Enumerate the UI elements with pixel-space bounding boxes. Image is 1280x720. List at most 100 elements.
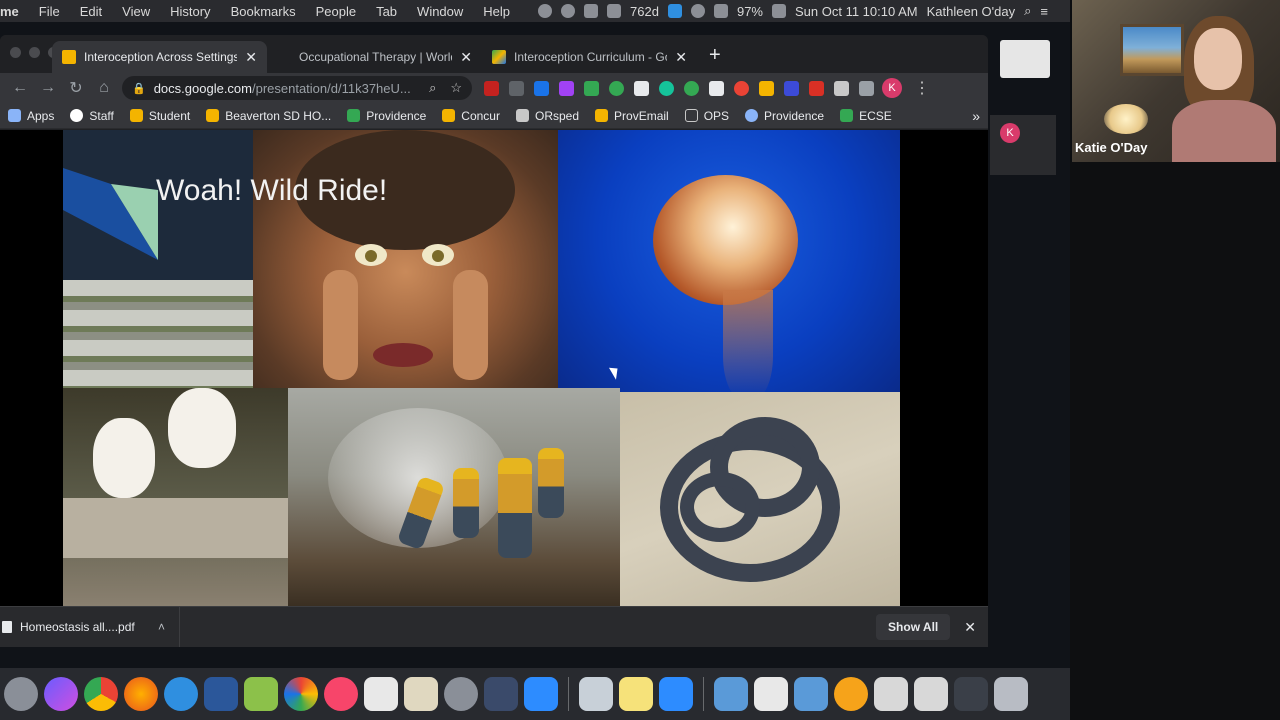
menu-app[interactable]: me bbox=[0, 4, 29, 19]
window-icon[interactable] bbox=[954, 677, 988, 711]
tab-interoception-across-settings[interactable]: Interoception Across Settings ✕ bbox=[52, 41, 267, 73]
bookmark-ops[interactable]: OPS bbox=[684, 109, 729, 123]
user-name[interactable]: Kathleen O'day bbox=[927, 4, 1016, 19]
grid-app-icon[interactable] bbox=[364, 677, 398, 711]
close-tab-icon[interactable]: ✕ bbox=[245, 49, 257, 66]
grammarly-extension-icon[interactable] bbox=[659, 80, 674, 96]
system-preferences-icon[interactable] bbox=[444, 677, 478, 711]
menu-history[interactable]: History bbox=[160, 4, 220, 19]
battery-icon[interactable] bbox=[772, 4, 786, 18]
wifi-icon[interactable] bbox=[690, 4, 705, 18]
background-browser-window[interactable]: K bbox=[990, 115, 1056, 175]
screenshot-icon[interactable] bbox=[914, 677, 948, 711]
chrome-icon[interactable] bbox=[84, 677, 118, 711]
volume-icon[interactable] bbox=[713, 4, 728, 18]
forward-icon[interactable]: → bbox=[34, 79, 62, 97]
airplay-icon[interactable] bbox=[667, 4, 682, 18]
play-extension-icon[interactable] bbox=[709, 80, 724, 96]
back-icon[interactable]: ← bbox=[6, 79, 34, 97]
heart-extension-icon[interactable] bbox=[759, 80, 774, 96]
music-icon[interactable] bbox=[324, 677, 358, 711]
phone-icon[interactable] bbox=[484, 677, 518, 711]
bookmark-providence[interactable]: Providence bbox=[347, 109, 426, 123]
kami-extension-icon[interactable] bbox=[784, 80, 799, 96]
lastpass-extension-icon[interactable] bbox=[734, 80, 749, 96]
document-icon[interactable] bbox=[754, 677, 788, 711]
tab-occupational-therapy[interactable]: Occupational Therapy | World ✕ bbox=[267, 41, 482, 73]
script-editor-icon[interactable] bbox=[404, 677, 438, 711]
show-all-button[interactable]: Show All bbox=[876, 614, 951, 640]
slide[interactable]: Woah! Wild Ride! bbox=[63, 130, 900, 606]
word-icon[interactable] bbox=[204, 677, 238, 711]
menu-window[interactable]: Window bbox=[407, 4, 473, 19]
bookmark-provemail[interactable]: ProvEmail bbox=[595, 109, 669, 123]
home-icon[interactable]: ⌂ bbox=[90, 79, 118, 97]
refresh-extension-icon[interactable] bbox=[684, 80, 699, 96]
folder-icon[interactable] bbox=[794, 677, 828, 711]
menu-file[interactable]: File bbox=[29, 4, 70, 19]
menu-bookmarks[interactable]: Bookmarks bbox=[221, 4, 306, 19]
minimize-window-icon[interactable] bbox=[29, 47, 40, 58]
close-tab-icon[interactable]: ✕ bbox=[675, 49, 687, 66]
address-bar[interactable]: 🔒 docs.google.com /presentation/d/11k37h… bbox=[122, 76, 472, 100]
trash-icon[interactable] bbox=[994, 677, 1028, 711]
bookmark-orsped[interactable]: ORsped bbox=[515, 109, 579, 123]
bookmark-student[interactable]: Student bbox=[129, 109, 190, 123]
ublock-extension-icon[interactable] bbox=[484, 80, 499, 96]
bookmark-beaverton[interactable]: Beaverton SD HO... bbox=[206, 109, 331, 123]
close-window-icon[interactable] bbox=[10, 47, 21, 58]
firefox-icon[interactable] bbox=[124, 677, 158, 711]
download-item[interactable]: Homeostasis all....pdf ˄ bbox=[0, 606, 180, 647]
screenshot-icon[interactable] bbox=[874, 677, 908, 711]
screencast-extension-icon[interactable] bbox=[559, 80, 574, 96]
menu-people[interactable]: People bbox=[306, 4, 366, 19]
control-center-icon[interactable]: ≡ bbox=[1040, 4, 1048, 19]
chevron-up-icon[interactable]: ˄ bbox=[158, 620, 165, 634]
menu-view[interactable]: View bbox=[112, 4, 160, 19]
bookmark-apps[interactable]: Apps bbox=[8, 109, 54, 123]
tab-interoception-curriculum[interactable]: Interoception Curriculum - Go ✕ bbox=[482, 41, 697, 73]
folder-icon[interactable] bbox=[714, 677, 748, 711]
bookmark-staff[interactable]: Staff bbox=[70, 109, 114, 123]
launchpad-icon[interactable] bbox=[4, 677, 38, 711]
preview-icon[interactable] bbox=[579, 677, 613, 711]
profile-avatar-icon[interactable]: K bbox=[1000, 123, 1020, 143]
extension-icon[interactable] bbox=[584, 4, 599, 18]
creative-cloud-icon[interactable] bbox=[538, 4, 553, 18]
meet-extension-icon[interactable] bbox=[609, 80, 624, 96]
bookmark-concur[interactable]: Concur bbox=[442, 109, 500, 123]
todoist-extension-icon[interactable] bbox=[809, 80, 824, 96]
photos-icon[interactable] bbox=[284, 677, 318, 711]
media-control-icon[interactable] bbox=[859, 80, 874, 96]
close-tab-icon[interactable]: ✕ bbox=[460, 49, 472, 66]
pdf-extension-icon[interactable] bbox=[509, 80, 524, 96]
safari-icon[interactable] bbox=[164, 677, 198, 711]
puzzle-extensions-icon[interactable] bbox=[834, 80, 849, 96]
notification-icon[interactable] bbox=[561, 4, 576, 18]
maps-icon[interactable] bbox=[244, 677, 278, 711]
bookmark-ecse[interactable]: ECSE bbox=[840, 109, 892, 123]
zoom-icon[interactable] bbox=[659, 677, 693, 711]
spotlight-icon[interactable]: ⌕ bbox=[1024, 3, 1031, 19]
zoom-icon[interactable] bbox=[524, 677, 558, 711]
close-download-shelf-icon[interactable]: ✕ bbox=[964, 619, 976, 636]
more-menu-icon[interactable]: ⋮ bbox=[914, 78, 930, 98]
menu-edit[interactable]: Edit bbox=[70, 4, 112, 19]
bookmark-providence-2[interactable]: Providence bbox=[745, 109, 824, 123]
background-document-window[interactable] bbox=[1000, 40, 1050, 78]
notes-icon[interactable] bbox=[619, 677, 653, 711]
lock-icon[interactable]: 🔒 bbox=[132, 82, 146, 95]
record-extension-icon[interactable] bbox=[634, 80, 649, 96]
siri-icon[interactable] bbox=[44, 677, 78, 711]
star-icon[interactable]: ☆ bbox=[450, 80, 462, 96]
app-icon[interactable] bbox=[834, 677, 868, 711]
profile-avatar-icon[interactable]: K bbox=[882, 78, 902, 98]
search-icon[interactable]: ⌕ bbox=[429, 80, 436, 96]
docs-extension-icon[interactable] bbox=[534, 80, 549, 96]
menu-help[interactable]: Help bbox=[473, 4, 520, 19]
reload-icon[interactable]: ↻ bbox=[62, 78, 90, 98]
clock[interactable]: Sun Oct 11 10:10 AM bbox=[795, 4, 918, 19]
new-tab-button[interactable]: + bbox=[697, 44, 733, 73]
menu-tab[interactable]: Tab bbox=[366, 4, 407, 19]
save-extension-icon[interactable] bbox=[584, 80, 599, 96]
